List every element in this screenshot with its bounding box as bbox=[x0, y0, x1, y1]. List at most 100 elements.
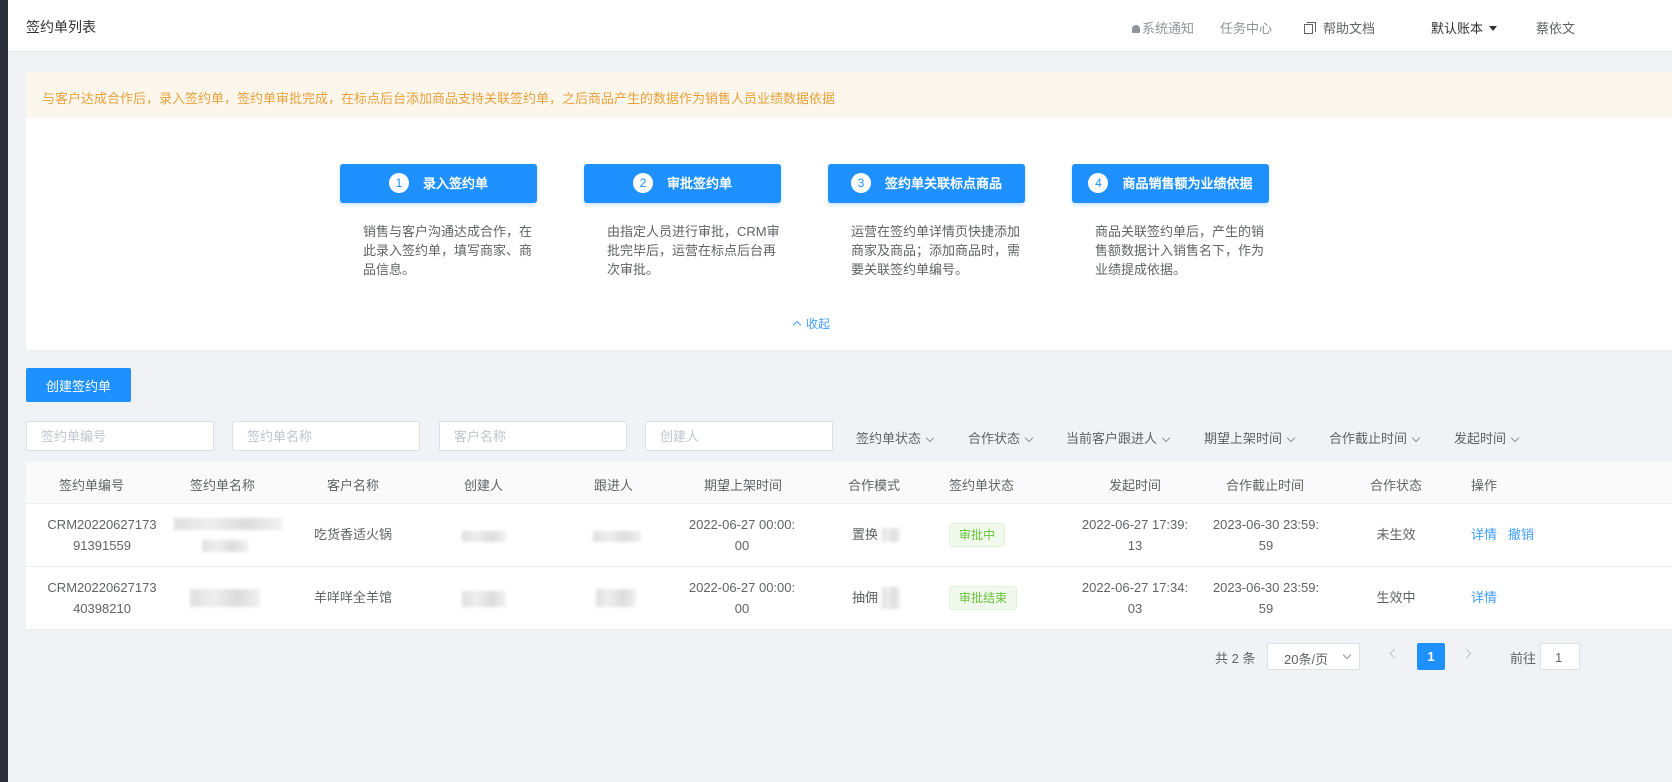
coop-deadline-cell: 2023-06-30 23:59: 59 bbox=[1206, 577, 1326, 619]
customer-name-cell: 吃货香适火锅 bbox=[313, 527, 392, 542]
cell-line: 59 bbox=[1258, 538, 1274, 553]
start-time-cell: 2022-06-27 17:39: 13 bbox=[1075, 514, 1195, 556]
task-center-link[interactable]: 任务中心 bbox=[1220, 18, 1272, 37]
step-title: 录入签约单 bbox=[422, 176, 488, 191]
contract-id-cell: CRM20220627173 91391559 bbox=[36, 514, 168, 556]
table-row: CRM20220627173 91391559 吃货香适火锅 2022-06-27… bbox=[26, 504, 1672, 567]
column-header: 签约单编号 bbox=[59, 478, 125, 493]
expected-listing-time-filter[interactable]: 期望上架时间 bbox=[1204, 428, 1296, 447]
account-dropdown[interactable]: 默认账本 bbox=[1431, 18, 1498, 37]
chevron-up-icon bbox=[792, 320, 802, 330]
filter-label: 当前客户跟进人 bbox=[1066, 431, 1158, 446]
cell-line: 03 bbox=[1127, 601, 1143, 616]
step-3: 3 签约单关联标点商品 bbox=[828, 164, 1025, 203]
create-contract-button[interactable]: 创建签约单 bbox=[26, 368, 131, 402]
cell-line: CRM20220627173 bbox=[47, 580, 157, 595]
step-description: 由指定人员进行审批，CRM审批完毕后，运营在标点后台再次审批。 bbox=[607, 224, 780, 277]
step-description: 商品关联签约单后，产生的销售额数据计入销售名下，作为业绩提成依据。 bbox=[1095, 224, 1265, 277]
step-title: 签约单关联标点商品 bbox=[884, 176, 1002, 191]
filter-label: 签约单状态 bbox=[856, 431, 922, 446]
column-header: 操作 bbox=[1471, 478, 1498, 493]
column-header: 创建人 bbox=[464, 478, 504, 493]
cell-line: 40398210 bbox=[73, 601, 131, 616]
cell-line: 2022-06-27 17:39: bbox=[1081, 517, 1189, 532]
follower-filter[interactable]: 当前客户跟进人 bbox=[1066, 428, 1171, 447]
help-docs-link[interactable]: 帮助文档 bbox=[1304, 18, 1375, 37]
left-sidebar-edge bbox=[0, 0, 8, 782]
redacted-contract-name bbox=[202, 540, 248, 552]
filter-label: 期望上架时间 bbox=[1204, 431, 1283, 446]
table-row: CRM20220627173 40398210 羊咩咩全羊馆 2022-06-27… bbox=[26, 567, 1672, 630]
page-number-current[interactable]: 1 bbox=[1417, 643, 1445, 670]
detail-link[interactable]: 详情 bbox=[1471, 524, 1497, 543]
pagination-total: 共 2 条 bbox=[1215, 651, 1256, 666]
start-time-cell: 2022-06-27 17:34: 03 bbox=[1075, 577, 1195, 619]
goto-label: 前往 bbox=[1510, 651, 1537, 666]
step-title: 商品销售额为业绩依据 bbox=[1122, 176, 1253, 191]
caret-down-icon bbox=[1489, 26, 1498, 31]
column-header: 期望上架时间 bbox=[704, 478, 783, 493]
revoke-link[interactable]: 撤销 bbox=[1508, 524, 1534, 543]
prev-page-icon[interactable] bbox=[1389, 648, 1400, 659]
contract-id-input[interactable] bbox=[26, 421, 214, 451]
redacted-contract-name bbox=[190, 589, 260, 607]
cell-line: 13 bbox=[1127, 538, 1143, 553]
step-2: 2 审批签约单 bbox=[584, 164, 781, 203]
step-number: 4 bbox=[1088, 173, 1109, 193]
page: 签约单列表 系统通知 任务中心 帮助文档 默认账本 蔡依文 与客户达成合作后，录… bbox=[8, 0, 1672, 782]
chevron-down-icon bbox=[1411, 433, 1421, 443]
cell-line: 2022-06-27 00:00: bbox=[688, 580, 796, 595]
start-time-filter[interactable]: 发起时间 bbox=[1454, 428, 1520, 447]
next-page-icon[interactable] bbox=[1461, 648, 1472, 659]
page-size-select[interactable]: 20条/页 bbox=[1267, 643, 1360, 670]
filter-label: 发起时间 bbox=[1454, 431, 1507, 446]
contract-table: 签约单编号 签约单名称 客户名称 创建人 跟进人 期望上架时间 合作模式 签约单… bbox=[26, 462, 1672, 630]
user-menu[interactable]: 蔡依文 bbox=[1536, 18, 1575, 37]
redacted-follower bbox=[593, 531, 641, 542]
redacted-contract-name bbox=[174, 518, 282, 530]
process-guide: 1 录入签约单 销售与客户沟通达成合作，在此录入签约单，填写商家、商品信息。 2审… bbox=[26, 118, 1672, 350]
chevron-down-icon bbox=[1510, 433, 1520, 443]
table-header: 签约单编号 签约单名称 客户名称 创建人 跟进人 期望上架时间 合作模式 签约单… bbox=[26, 462, 1672, 504]
cell-line: 2023-06-30 23:59: bbox=[1212, 517, 1320, 532]
column-header: 客户名称 bbox=[327, 478, 380, 493]
step-1: 1 录入签约单 bbox=[340, 164, 537, 203]
column-header: 合作模式 bbox=[848, 478, 901, 493]
chevron-down-icon bbox=[1161, 433, 1171, 443]
cell-line: 2023-06-30 23:59: bbox=[1212, 580, 1320, 595]
expected-listing-time-cell: 2022-06-27 00:00: 00 bbox=[682, 514, 802, 556]
column-header: 发起时间 bbox=[1109, 478, 1162, 493]
step-4: 4 商品销售额为业绩依据 bbox=[1072, 164, 1269, 203]
redacted-mode-suffix bbox=[882, 528, 900, 542]
page-title: 签约单列表 bbox=[26, 19, 96, 35]
status-badge: 审批结束 bbox=[949, 586, 1018, 610]
coop-deadline-filter[interactable]: 合作截止时间 bbox=[1329, 428, 1421, 447]
column-header: 签约单状态 bbox=[949, 478, 1015, 493]
coop-status-filter[interactable]: 合作状态 bbox=[968, 428, 1034, 447]
collapse-label: 收起 bbox=[806, 317, 831, 331]
step-description: 销售与客户沟通达成合作，在此录入签约单，填写商家、商品信息。 bbox=[363, 224, 533, 277]
top-bar: 签约单列表 系统通知 任务中心 帮助文档 默认账本 蔡依文 bbox=[8, 0, 1672, 52]
creator-input[interactable] bbox=[645, 421, 833, 451]
column-header: 跟进人 bbox=[594, 478, 634, 493]
goto-page-input[interactable]: 1 bbox=[1540, 643, 1580, 670]
column-header: 合作状态 bbox=[1370, 478, 1423, 493]
cell-line: 59 bbox=[1258, 601, 1274, 616]
notifications-link[interactable]: 系统通知 bbox=[1132, 18, 1194, 37]
cell-line: 00 bbox=[734, 538, 750, 553]
filter-label: 合作状态 bbox=[968, 431, 1021, 446]
status-badge: 审批中 bbox=[949, 523, 1006, 547]
chevron-down-icon bbox=[925, 433, 935, 443]
step-description: 运营在签约单详情页快捷添加商家及商品；添加商品时，需要关联签约单编号。 bbox=[851, 224, 1021, 277]
contract-name-input[interactable] bbox=[232, 421, 420, 451]
expected-listing-time-cell: 2022-06-27 00:00: 00 bbox=[682, 577, 802, 619]
collapse-guide-button[interactable]: 收起 bbox=[792, 315, 831, 332]
page-size-label: 20条/页 bbox=[1284, 652, 1329, 667]
contract-id-cell: CRM20220627173 40398210 bbox=[36, 577, 168, 619]
cell-line: 2022-06-27 17:34: bbox=[1081, 580, 1189, 595]
contract-status-filter[interactable]: 签约单状态 bbox=[856, 428, 935, 447]
coop-deadline-cell: 2023-06-30 23:59: 59 bbox=[1206, 514, 1326, 556]
customer-name-input[interactable] bbox=[439, 421, 627, 451]
chevron-down-icon bbox=[1024, 433, 1034, 443]
detail-link[interactable]: 详情 bbox=[1471, 587, 1497, 606]
